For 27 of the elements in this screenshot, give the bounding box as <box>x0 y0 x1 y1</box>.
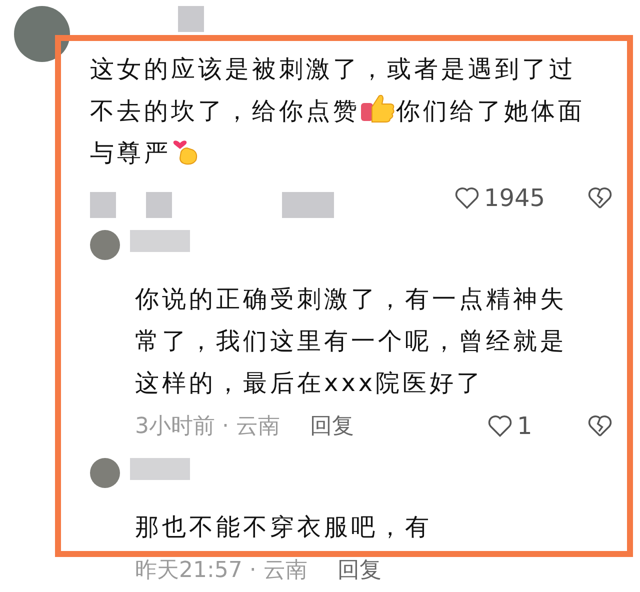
reply-text: 这样的，最后在xxx院医好了 <box>135 368 484 399</box>
redaction-block <box>178 6 204 32</box>
redaction-block <box>130 230 190 252</box>
comment-text: 与尊严 <box>90 138 171 169</box>
heart-icon[interactable] <box>487 414 513 438</box>
reply-meta: 3小时前 · 云南 <box>135 413 280 441</box>
reply-text: 那也不能不穿衣服吧，有 <box>135 512 432 543</box>
avatar[interactable] <box>90 230 120 260</box>
comment-text: 不去的坎了，给你点赞 <box>90 96 360 127</box>
broken-heart-icon[interactable] <box>587 186 613 210</box>
broken-heart-icon[interactable] <box>587 414 613 438</box>
reply-text: 你说的正确受刺激了，有一点精神失 <box>135 284 567 315</box>
comment-text: 你们给了她体面 <box>396 96 585 127</box>
heart-icon[interactable] <box>454 186 480 210</box>
comment-text: 这女的应该是被刺激了，或者是遇到了过 <box>90 54 576 85</box>
reply-link[interactable]: 回复 <box>337 555 382 585</box>
reply-text: 常了，我们这里有一个呢，曾经就是 <box>135 326 567 357</box>
redaction-block <box>282 192 334 218</box>
like-count: 1 <box>517 412 534 440</box>
like-count: 1945 <box>484 184 545 212</box>
redaction-block <box>90 192 116 218</box>
reply-link[interactable]: 回复 <box>310 411 354 441</box>
avatar[interactable] <box>90 458 120 488</box>
thumbs-up-icon <box>360 92 396 124</box>
redaction-block <box>146 192 172 218</box>
redaction-block <box>130 458 190 480</box>
reply-meta: 昨天21:57 · 云南 <box>135 557 308 585</box>
